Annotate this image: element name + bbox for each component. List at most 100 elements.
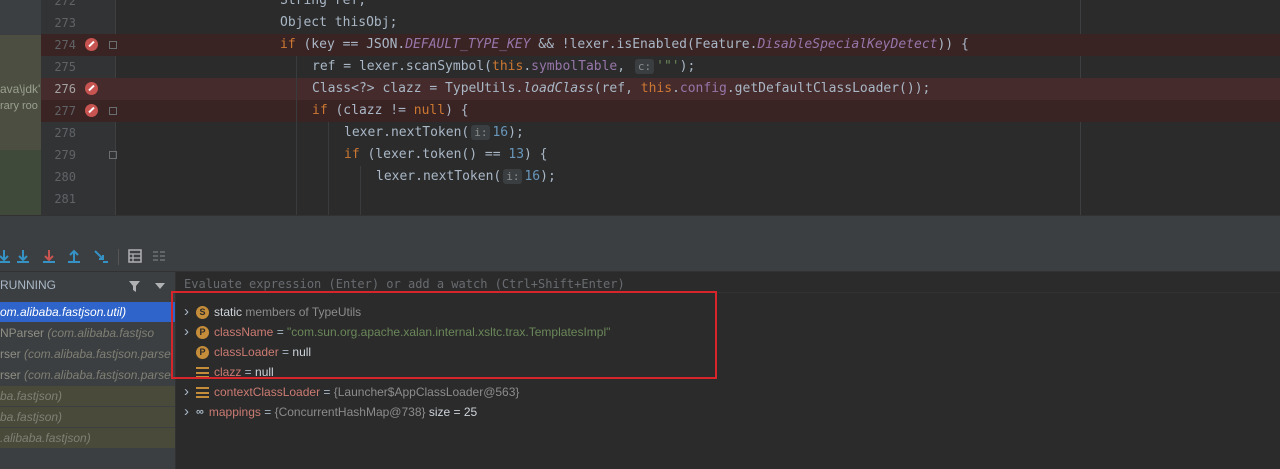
code-line[interactable]: lexer.nextToken(i: 16); xyxy=(344,122,524,144)
code-token: lexer.nextToken( xyxy=(344,125,470,140)
variable-value: {ConcurrentHashMap@738} xyxy=(274,405,426,419)
project-library-fragment[interactable]: rary roo xyxy=(0,100,38,112)
stack-frame[interactable]: .alibaba.fastjson) xyxy=(0,428,175,448)
code-token: if xyxy=(344,147,360,162)
code-token: 13 xyxy=(508,147,525,162)
watch-icon: ∞ xyxy=(196,406,204,419)
project-panel-highlight-lower xyxy=(0,150,41,215)
line-number[interactable]: 278 xyxy=(44,122,76,144)
code-token: )) { xyxy=(937,37,969,52)
frame-package: (com.alibaba.fastjson.parse xyxy=(24,347,171,361)
indent-guide xyxy=(360,166,361,215)
code-line[interactable]: Object thisObj; xyxy=(280,12,397,34)
code-line[interactable]: String ref; xyxy=(280,0,366,12)
frame-package: ba.fastjson) xyxy=(0,389,63,403)
code-token: ); xyxy=(540,169,556,184)
chevron-down-icon[interactable] xyxy=(155,283,165,289)
assignment-operator: = xyxy=(260,405,275,419)
debug-tool-window-header xyxy=(0,215,1280,244)
code-token: this xyxy=(640,81,673,96)
debug-toolbar xyxy=(0,243,1280,272)
line-number[interactable]: 277 xyxy=(44,100,76,122)
force-step-into-icon[interactable] xyxy=(41,248,57,264)
line-number[interactable]: 281 xyxy=(44,188,76,210)
variable-row[interactable]: › contextClassLoader = {Launcher$AppClass… xyxy=(184,382,519,402)
parameter-hint: i: xyxy=(503,169,523,184)
code-token: ) { xyxy=(524,147,548,162)
filter-icon[interactable] xyxy=(128,280,141,293)
fold-marker-icon[interactable] xyxy=(109,41,117,49)
code-line[interactable]: if (clazz != null) { xyxy=(312,100,469,122)
step-out-icon[interactable] xyxy=(66,248,82,264)
code-token: ) { xyxy=(445,103,469,118)
stack-frame[interactable]: rser (com.alibaba.fastjson.parse xyxy=(0,344,175,364)
line-number[interactable]: 280 xyxy=(44,166,76,188)
evaluate-expression-input[interactable]: Evaluate expression (Enter) or add a wat… xyxy=(184,277,625,291)
code-token: , xyxy=(617,59,633,74)
code-token: (ref, xyxy=(593,81,641,96)
line-number[interactable]: 272 xyxy=(44,0,76,12)
step-into-icon[interactable] xyxy=(15,248,31,264)
line-number[interactable]: 273 xyxy=(44,12,76,34)
code-line[interactable]: lexer.nextToken(i: 16); xyxy=(376,166,556,188)
project-path-fragment[interactable]: ava\jdk' xyxy=(0,82,40,96)
evaluate-expression-icon[interactable] xyxy=(127,248,143,264)
breakpoint-icon[interactable] xyxy=(85,104,98,117)
frame-method: NParser xyxy=(0,326,48,340)
chevron-right-icon[interactable]: › xyxy=(184,402,196,422)
line-number[interactable]: 274 xyxy=(44,34,76,56)
line-number[interactable]: 276 xyxy=(44,78,76,100)
field-icon xyxy=(196,387,209,399)
frame-package: (com.alibaba.fastjso xyxy=(47,326,155,340)
code-token: 16 xyxy=(524,169,541,184)
code-line[interactable]: Class<?> clazz = TypeUtils.loadClass(ref… xyxy=(312,78,930,100)
step-over-icon[interactable] xyxy=(0,248,12,264)
run-to-cursor-icon[interactable] xyxy=(93,248,109,264)
code-token: config xyxy=(679,81,727,96)
code-token: this xyxy=(492,59,524,74)
frame-package: .alibaba.fastjson) xyxy=(0,431,91,445)
variable-size: size = 25 xyxy=(425,405,478,419)
code-token: if xyxy=(280,37,296,52)
code-line[interactable]: ref = lexer.scanSymbol(this.symbolTable,… xyxy=(312,56,695,78)
code-line[interactable]: if (lexer.token() == 13) { xyxy=(344,144,548,166)
code-token: String ref; xyxy=(280,0,367,8)
stack-frame[interactable]: rser (com.alibaba.fastjson.parse xyxy=(0,365,175,385)
indent-guide xyxy=(328,122,329,215)
breakpoint-icon[interactable] xyxy=(85,82,98,95)
frame-method: om.alibaba.fastjson.util) xyxy=(0,305,127,319)
variable-value: {Launcher$AppClassLoader@563} xyxy=(333,385,520,399)
stack-frame[interactable]: ba.fastjson) xyxy=(0,407,175,427)
toolbar-separator xyxy=(118,249,119,265)
frame-package: ba.fastjson) xyxy=(0,410,63,424)
fold-marker-icon[interactable] xyxy=(109,151,117,159)
code-token: ref = lexer.scanSymbol( xyxy=(312,59,493,74)
code-token: DisableSpecialKeyDetect xyxy=(757,37,938,52)
parameter-hint: i: xyxy=(471,125,491,140)
stack-frame[interactable]: om.alibaba.fastjson.util) xyxy=(0,302,175,322)
code-line[interactable]: if (key == JSON.DEFAULT_TYPE_KEY && !lex… xyxy=(280,34,969,56)
code-token: Object thisObj; xyxy=(280,15,398,30)
thread-status[interactable]: RUNNING xyxy=(0,278,56,292)
code-token: null xyxy=(413,103,446,118)
chevron-right-icon[interactable]: › xyxy=(184,382,196,402)
code-token: DEFAULT_TYPE_KEY xyxy=(405,37,531,52)
breakpoint-icon[interactable] xyxy=(85,38,98,51)
annotation-highlight-box xyxy=(171,291,717,379)
code-token: && !lexer.isEnabled(Feature. xyxy=(530,37,758,52)
code-token: 16 xyxy=(492,125,509,140)
variable-row[interactable]: › ∞ mappings = {ConcurrentHashMap@738} siz… xyxy=(184,402,477,422)
code-token: loadClass xyxy=(523,81,594,96)
stack-frame[interactable]: NParser (com.alibaba.fastjso xyxy=(0,323,175,343)
trace-streams-icon[interactable] xyxy=(151,248,167,264)
stack-frame[interactable]: ba.fastjson) xyxy=(0,386,175,406)
frame-method: rser xyxy=(0,368,24,382)
parameter-hint: c: xyxy=(634,59,655,74)
code-token: ); xyxy=(508,125,524,140)
line-number[interactable]: 279 xyxy=(44,144,76,166)
line-number[interactable]: 275 xyxy=(44,56,76,78)
frame-package: (com.alibaba.fastjson.parse xyxy=(24,368,171,382)
code-token: . xyxy=(523,59,532,74)
code-token: .getDefaultClassLoader()); xyxy=(726,81,931,96)
fold-marker-icon[interactable] xyxy=(109,107,117,115)
